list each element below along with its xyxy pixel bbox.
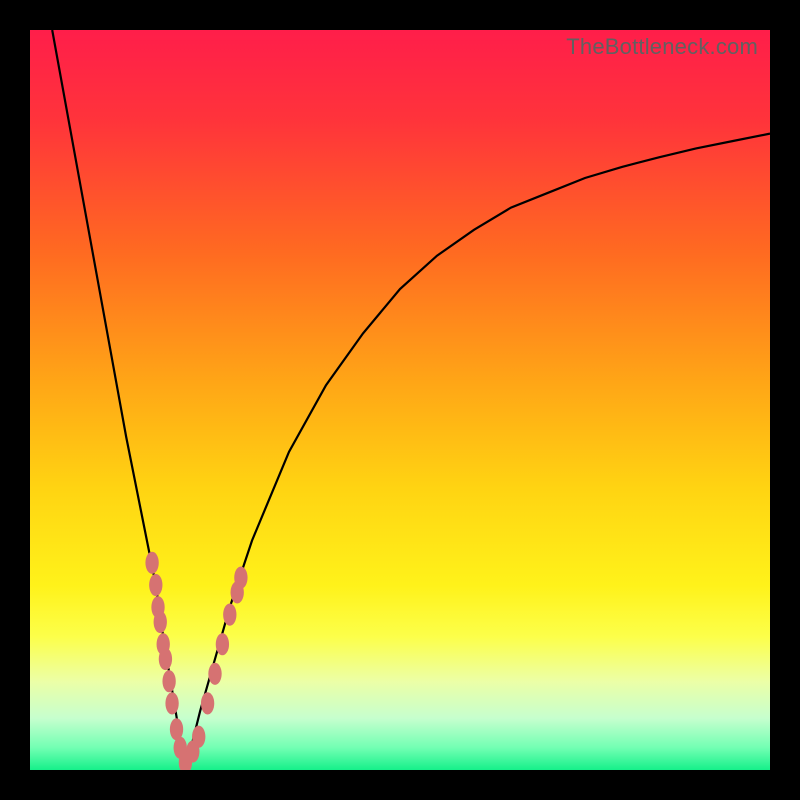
data-marker [201, 692, 214, 714]
data-marker [145, 552, 158, 574]
data-marker [234, 567, 247, 589]
data-marker [149, 574, 162, 596]
data-marker [159, 648, 172, 670]
data-marker [216, 633, 229, 655]
data-marker [165, 692, 178, 714]
plot-area: TheBottleneck.com [30, 30, 770, 770]
data-marker [192, 726, 205, 748]
watermark-text: TheBottleneck.com [566, 34, 758, 60]
data-marker [223, 604, 236, 626]
data-marker [162, 670, 175, 692]
chart-svg [30, 30, 770, 770]
data-marker [208, 663, 221, 685]
data-markers [145, 552, 247, 770]
data-marker [154, 611, 167, 633]
chart-frame: TheBottleneck.com [0, 0, 800, 800]
right-branch-curve [185, 134, 770, 770]
